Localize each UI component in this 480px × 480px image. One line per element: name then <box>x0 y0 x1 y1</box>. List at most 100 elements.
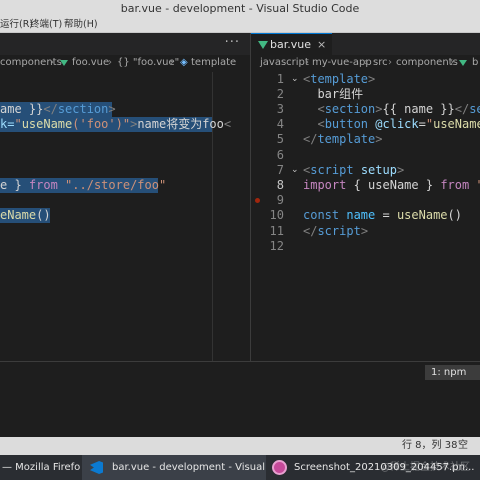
line-number: 1 <box>276 71 284 86</box>
code-line[interactable]: k="useName('foo')">name将变为foo< <box>0 117 231 132</box>
code-token: "../store/foo" <box>65 178 167 192</box>
code-token: () <box>36 208 51 223</box>
close-icon[interactable]: × <box>317 34 326 56</box>
cursor-position[interactable]: 行 8，列 38 <box>402 437 457 455</box>
code-token: ".. <box>469 178 480 192</box>
line-number: 11 <box>269 223 284 238</box>
code-token: button <box>324 117 369 132</box>
code-token: sect <box>469 101 480 116</box>
code-token: {{ name }} <box>382 101 455 116</box>
code-token: { <box>346 177 369 192</box>
tab-label: bar.vue <box>270 38 311 51</box>
watermark: @稀土掘金技术社区 <box>380 462 470 473</box>
line-number: 10 <box>269 208 284 223</box>
breadcrumb-item[interactable]: components <box>396 55 458 71</box>
code-line[interactable]: const name = useName() <box>303 208 462 223</box>
menu-run[interactable]: 运行(R) <box>0 17 33 33</box>
code-token: k= <box>0 117 15 132</box>
code-line[interactable]: <template> <box>303 72 375 87</box>
code-token: template <box>317 132 376 147</box>
chevron-right-icon: › <box>305 57 309 68</box>
code-token: from <box>440 177 470 192</box>
breadcrumb: components › foo.vue › {} "foo.vue" › ◈ … <box>0 55 250 71</box>
terminal-select[interactable]: 1: npm <box>425 365 480 380</box>
code-line[interactable]: </template> <box>303 132 382 147</box>
code-line[interactable]: ame }}</section> <box>0 102 116 117</box>
vue-file-icon <box>258 41 268 49</box>
menu-terminal[interactable]: 终端(T) <box>30 17 62 33</box>
code-token: script <box>310 162 354 177</box>
line-number: 5 <box>276 132 284 147</box>
code-token: section <box>57 102 109 116</box>
code-token: script <box>317 223 361 238</box>
code-token: ame }} <box>0 102 44 116</box>
taskbar-item-label: — Mozilla Firefox <box>2 462 80 473</box>
code-token: > <box>108 102 116 116</box>
code-token: " <box>122 117 131 132</box>
code-token: > <box>375 101 383 116</box>
chevron-right-icon: › <box>364 57 368 68</box>
line-number: 4 <box>276 117 284 132</box>
code-token: > <box>360 223 369 238</box>
chevron-right-icon: › <box>388 57 392 68</box>
code-token: = <box>418 117 426 132</box>
code-token: < <box>223 117 232 132</box>
code-token: bar组件 <box>303 86 364 101</box>
chevron-right-icon: › <box>450 57 454 68</box>
fold-chevron-icon[interactable]: ⌄ <box>291 72 299 87</box>
breadcrumb-item[interactable]: foo.vue <box>72 55 109 71</box>
code-token: </ <box>43 102 58 116</box>
code-line[interactable]: <script setup> <box>303 163 404 178</box>
code-token: } <box>418 177 441 192</box>
fold-chevron-icon[interactable]: ⌄ <box>291 163 299 178</box>
line-number: 6 <box>276 147 284 162</box>
screenshot-icon <box>272 460 287 475</box>
code-token: </ <box>454 101 470 116</box>
left-tab-bar: ··· <box>0 33 250 55</box>
line-number: 7 <box>276 162 284 177</box>
taskbar-item-firefox[interactable]: — Mozilla Firefox <box>0 455 80 480</box>
taskbar-item-vscode[interactable]: bar.vue - development - Visual Stu... <box>82 455 266 480</box>
vue-file-icon <box>60 60 68 66</box>
code-token: </ <box>303 132 318 147</box>
code-line[interactable]: </script> <box>303 224 368 239</box>
taskbar-item-label: bar.vue - development - Visual Stu... <box>112 462 266 473</box>
code-token: @click <box>368 117 419 132</box>
code-line[interactable]: eName() <box>0 208 51 223</box>
window-title: bar.vue - development - Visual Studio Co… <box>0 0 480 17</box>
breakpoint-icon[interactable] <box>255 198 260 203</box>
code-line[interactable]: import { useName } from ".. <box>303 178 480 193</box>
breadcrumb-item[interactable]: template <box>191 55 236 71</box>
line-number: 12 <box>269 238 284 253</box>
more-actions-icon[interactable]: ··· <box>225 33 240 53</box>
left-editor-scrollbar[interactable] <box>212 72 213 361</box>
tab-bar-vue[interactable]: bar.vue × <box>250 33 332 55</box>
breadcrumb-item[interactable]: b <box>472 55 478 71</box>
code-token: > <box>368 71 376 86</box>
code-line[interactable]: bar组件 <box>303 87 363 102</box>
breadcrumb-item[interactable]: src <box>373 55 388 71</box>
code-line[interactable]: <button @click="useName(' <box>303 117 480 132</box>
breadcrumb-item[interactable]: javascript <box>260 55 309 71</box>
code-token: < <box>303 101 325 116</box>
code-token: useName <box>433 117 480 132</box>
code-token: setup <box>353 162 397 177</box>
code-token: name <box>346 208 376 223</box>
code-token: useName <box>21 117 73 132</box>
code-token: () <box>447 208 462 223</box>
code-line[interactable]: <section>{{ name }}</sect <box>303 102 480 117</box>
chevron-right-icon: › <box>108 57 112 68</box>
code-token: from <box>28 178 58 192</box>
code-token: e } <box>0 178 29 192</box>
right-tab-bar: bar.vue × <box>250 33 480 55</box>
code-token: ('foo') <box>72 117 123 132</box>
line-number: 2 <box>276 86 284 101</box>
code-token: eName <box>0 208 37 223</box>
menu-help[interactable]: 帮助(H) <box>64 17 98 33</box>
code-line[interactable]: e } from "../store/foo" <box>0 178 166 193</box>
code-token: > <box>375 132 383 147</box>
terminal-panel[interactable] <box>0 361 480 437</box>
vue-file-icon <box>459 60 467 66</box>
code-token: </ <box>303 223 318 238</box>
breadcrumb-item[interactable]: my-vue-app <box>312 55 372 71</box>
